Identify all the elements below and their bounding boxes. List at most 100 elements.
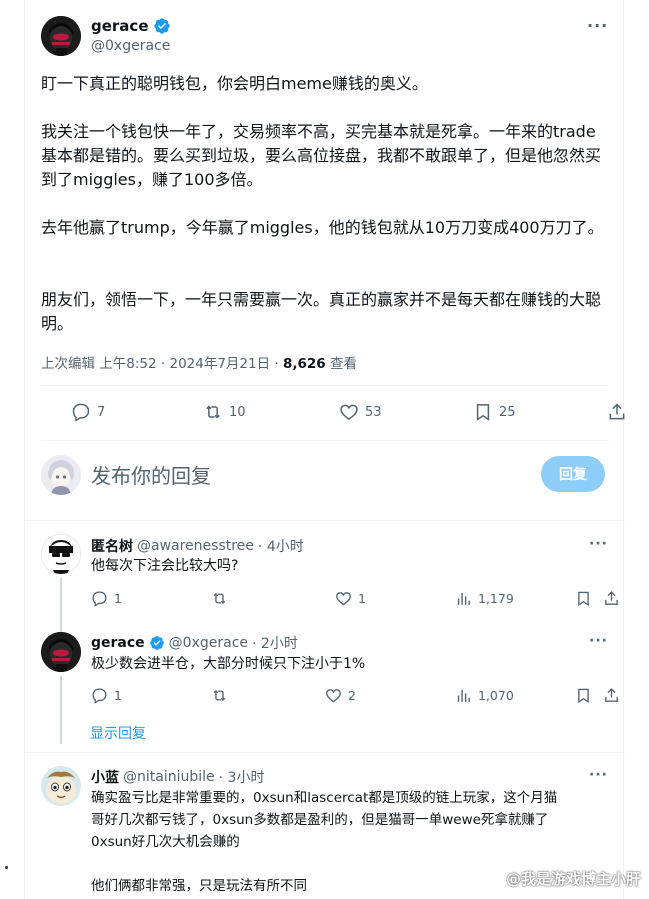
divider	[25, 752, 625, 753]
reply-button[interactable]: 回复	[541, 456, 605, 492]
bookmark-action[interactable]: 25	[473, 402, 516, 422]
like-count: 53	[365, 404, 382, 420]
verified-badge-icon	[153, 18, 170, 34]
reply-time[interactable]: · 2小时	[252, 633, 298, 653]
reply-time[interactable]: · 4小时	[258, 536, 304, 556]
reply-icon	[72, 403, 90, 422]
views-label: 查看	[329, 356, 357, 372]
reply-text: 他每次下注会比较大吗?	[91, 558, 239, 574]
like-count: 1	[358, 591, 366, 606]
reply-text: 极少数会进半仓，大部分时候只下注小于1%	[91, 656, 366, 672]
author-handle-row: @0xgerace	[91, 38, 170, 54]
reply-author-name[interactable]: gerace	[91, 635, 145, 651]
reply-text-line: 哥好几次都亏钱了，0xsun多数都是盈利的，但是猫哥一单wewe死拿就赚了	[91, 812, 549, 828]
tweet-timestamp[interactable]: 上次编辑 上午8:52 · 2024年7月21日 ·	[41, 356, 283, 372]
tweet-action-bar: 7 10 53 25	[41, 400, 625, 428]
reply-text-line: 0xsun好几次大机会赚的	[91, 834, 240, 850]
bookmark-icon	[476, 404, 490, 421]
reply-avatar[interactable]	[41, 534, 81, 574]
reply-avatar[interactable]	[41, 766, 81, 806]
more-options-icon[interactable]: ···	[589, 633, 608, 649]
like-count: 2	[348, 688, 356, 703]
more-options-icon[interactable]: ···	[589, 536, 608, 552]
reply-author-name[interactable]: 匿名树	[91, 536, 133, 556]
view-count: 8,626	[282, 356, 326, 372]
avatar-image	[41, 766, 81, 806]
share-action[interactable]	[607, 402, 627, 422]
reply-time[interactable]: · 3小时	[219, 767, 265, 787]
divider	[41, 440, 609, 441]
tweet-paragraph: 盯一下真正的聪明钱包，你会明白meme赚钱的奥义。	[41, 74, 428, 93]
reply-text-line: 确实盈亏比是非常重要的，0xsun和lascercat都是顶级的链上玩家，这个月…	[91, 790, 558, 806]
heart-icon	[336, 592, 351, 606]
reply-composer-input[interactable]: 发布你的回复	[91, 460, 211, 489]
reply-header: gerace @0xgerace · 2小时	[91, 633, 298, 653]
heart-icon	[340, 404, 358, 421]
retweet-action[interactable]	[211, 590, 228, 607]
reply-author-handle[interactable]: @0xgerace	[169, 635, 248, 651]
bookmark-count: 25	[499, 404, 516, 420]
tweet-paragraph: 我关注一个钱包快一年了，交易频率不高，买完基本就是死拿。一年来的trade基本都…	[41, 122, 602, 189]
reply-action[interactable]: 7	[71, 402, 105, 422]
reply-count: 7	[97, 404, 106, 420]
tweet-paragraph: 去年他赢了trump，今年赢了miggles，他的钱包就从10万刀变成400万刀…	[41, 218, 604, 237]
current-user-avatar[interactable]	[41, 455, 81, 495]
reply-icon	[92, 591, 107, 607]
more-options-icon[interactable]: ···	[587, 16, 608, 35]
views-action[interactable]: 1,179	[455, 590, 514, 607]
verified-badge-icon	[149, 636, 164, 650]
bookmark-action[interactable]	[575, 590, 592, 607]
avatar-image	[41, 632, 81, 672]
share-action[interactable]	[603, 687, 620, 704]
share-icon	[605, 591, 618, 605]
decorative-dot	[5, 866, 8, 869]
avatar-image	[41, 534, 81, 574]
show-replies-link[interactable]: 显示回复	[90, 723, 146, 743]
author-handle[interactable]: @0xgerace	[91, 38, 170, 54]
like-action[interactable]: 2	[325, 687, 356, 704]
bookmark-action[interactable]	[575, 687, 592, 704]
bookmark-icon	[578, 688, 589, 704]
share-action[interactable]	[603, 590, 620, 607]
divider	[41, 385, 609, 386]
avatar-image	[41, 455, 81, 495]
reply-author-handle[interactable]: @awarenesstree	[137, 538, 254, 554]
share-icon	[605, 688, 618, 702]
reply-count: 1	[114, 688, 122, 703]
reply-action[interactable]: 1	[91, 590, 122, 607]
reply-header: 小蓝 @nitainiubile · 3小时	[91, 767, 264, 787]
avatar-image	[41, 16, 81, 56]
reply-icon	[92, 688, 107, 704]
divider	[25, 520, 625, 521]
retweet-count: 10	[229, 404, 246, 420]
retweet-icon	[206, 405, 220, 419]
retweet-icon	[213, 689, 226, 702]
view-count: 1,179	[478, 591, 514, 606]
author-avatar[interactable]	[41, 16, 81, 56]
reply-author-handle[interactable]: @nitainiubile	[123, 769, 215, 785]
like-action[interactable]: 1	[335, 590, 366, 607]
like-action[interactable]: 53	[339, 402, 382, 422]
reply-author-name[interactable]: 小蓝	[91, 767, 119, 787]
retweet-icon	[213, 592, 226, 605]
views-chart-icon	[457, 592, 470, 605]
tweet-thread-panel: gerace @0xgerace ··· 盯一下真正的聪明钱包，你会明白meme…	[24, 0, 625, 899]
heart-icon	[326, 689, 341, 703]
reply-avatar[interactable]	[41, 632, 81, 672]
author-name-row: gerace	[91, 17, 171, 35]
reply-action[interactable]: 1	[91, 687, 122, 704]
share-icon	[609, 403, 625, 420]
view-count: 1,070	[478, 688, 514, 703]
bookmark-icon	[578, 591, 589, 607]
retweet-action[interactable]: 10	[203, 402, 246, 422]
retweet-action[interactable]	[211, 687, 228, 704]
author-name[interactable]: gerace	[91, 17, 149, 35]
thread-connector	[60, 676, 62, 744]
watermark: @我是游戏博主小肝	[505, 870, 641, 888]
reply-count: 1	[114, 591, 122, 606]
reply-action-bar: 1 1 1,179	[91, 590, 618, 610]
views-action[interactable]: 1,070	[455, 687, 514, 704]
reply-header: 匿名树 @awarenesstree · 4小时	[91, 536, 304, 556]
more-options-icon[interactable]: ···	[589, 767, 608, 783]
tweet-meta: 上次编辑 上午8:52 · 2024年7月21日 · 8,626 查看	[41, 352, 357, 372]
